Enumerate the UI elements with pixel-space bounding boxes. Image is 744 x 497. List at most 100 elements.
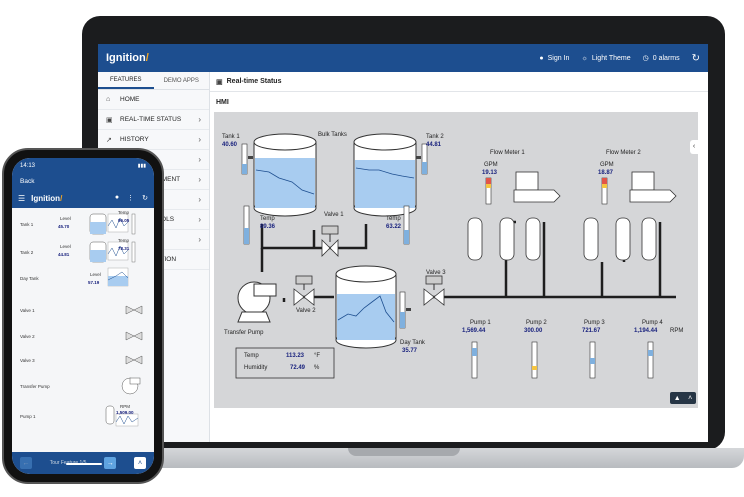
brand-logo[interactable]: Ignition/ bbox=[106, 52, 149, 64]
collapse-button[interactable]: ˄ bbox=[133, 457, 146, 469]
flow-meter-2-value: 18.87 bbox=[598, 170, 614, 176]
user-icon[interactable]: ● bbox=[115, 194, 119, 202]
transfer-pump bbox=[237, 281, 277, 323]
section-title: HMI bbox=[216, 99, 229, 106]
hmi-diagram: Tank 1 40.60 Bulk Tanks Tank 2 44.81 Tem… bbox=[214, 112, 698, 408]
pump-3-label: Pump 3 bbox=[584, 320, 605, 326]
pin-icon: ▲ bbox=[673, 394, 681, 402]
arrow-right-icon: → bbox=[106, 459, 114, 467]
menu-icon[interactable]: ☰ bbox=[18, 194, 25, 203]
phone-day-tank bbox=[107, 267, 129, 287]
arrow-left-icon: ← bbox=[22, 459, 30, 467]
valve-2-label: Valve 2 bbox=[296, 308, 316, 314]
phone-frame: 14:13 ▮▮▮ Back ☰ Ignition/ ● ⋮ ↻ Tank 1 … bbox=[2, 148, 164, 484]
tour-prev-button[interactable]: ← bbox=[20, 457, 32, 469]
env-temp-label: Temp bbox=[244, 353, 259, 359]
flow-meter-1 bbox=[485, 171, 561, 205]
phone-tank-2 bbox=[89, 241, 136, 263]
phone-status-bar: 14:13 ▮▮▮ bbox=[12, 158, 154, 174]
chevron-right-icon: › bbox=[198, 215, 201, 224]
tab-demo-apps[interactable]: DEMO APPS bbox=[154, 72, 210, 89]
chevron-right-icon: › bbox=[198, 155, 201, 164]
chart-line-icon: ↗ bbox=[106, 136, 112, 144]
alarms-button[interactable]: ◷ 0 alarms bbox=[642, 54, 680, 63]
temp-1-value: 89.36 bbox=[260, 224, 276, 230]
valve-3 bbox=[423, 275, 445, 306]
sidebar-item-real-time-status[interactable]: ▣ REAL-TIME STATUS › bbox=[98, 110, 209, 130]
rpm-unit: RPM bbox=[670, 328, 684, 334]
chevron-right-icon: › bbox=[198, 235, 201, 244]
refresh-icon[interactable]: ↻ bbox=[692, 53, 700, 64]
flow-meter-2 bbox=[601, 171, 677, 205]
valve-1 bbox=[321, 225, 339, 257]
sidebar-item-history[interactable]: ↗ HISTORY › bbox=[98, 130, 209, 150]
chevron-up-icon: ˄ bbox=[137, 459, 143, 467]
sign-in-button[interactable]: ● Sign In bbox=[539, 55, 569, 62]
chevron-right-icon: › bbox=[198, 175, 201, 184]
chevron-right-icon: › bbox=[198, 135, 201, 144]
phone-tank-1 bbox=[89, 213, 136, 235]
temp-2-label: Temp bbox=[386, 216, 401, 222]
scroll-top-button[interactable]: ▲ ˄ bbox=[670, 392, 696, 404]
phone-graphics bbox=[89, 213, 143, 427]
env-humidity-value: 72.49 bbox=[290, 365, 306, 371]
flow-meter-2-unit: GPM bbox=[600, 162, 614, 168]
tank-1-value: 40.60 bbox=[222, 142, 238, 148]
day-tank bbox=[335, 265, 411, 349]
flow-meter-1-value: 19.13 bbox=[482, 170, 498, 176]
battery-icon: ▮▮▮ bbox=[137, 163, 146, 169]
valve-3-label: Valve 3 bbox=[426, 270, 446, 276]
brand-logo[interactable]: Ignition/ bbox=[31, 194, 62, 203]
user-icon: ● bbox=[539, 54, 544, 62]
tab-features[interactable]: FEATURES bbox=[98, 72, 154, 89]
pump-gauges bbox=[471, 341, 654, 379]
flow-meter-1-unit: GPM bbox=[484, 162, 498, 168]
env-humidity-label: Humidity bbox=[244, 365, 268, 371]
pump-2-label: Pump 2 bbox=[526, 320, 547, 326]
phone-app-header: ☰ Ignition/ ● ⋮ ↻ bbox=[12, 188, 154, 208]
phone-valves bbox=[125, 305, 143, 365]
env-humidity-unit: % bbox=[314, 365, 320, 371]
more-icon[interactable]: ⋮ bbox=[127, 194, 134, 202]
bulk-tanks-label: Bulk Tanks bbox=[318, 132, 347, 138]
sidebar-item-home[interactable]: ⌂ HOME bbox=[98, 90, 209, 110]
product-mockup: Ignition/ ● Sign In ☼ Light Theme ◷ 0 al… bbox=[0, 0, 744, 497]
valve-2 bbox=[293, 275, 315, 306]
alarm-clock-icon: ◷ bbox=[642, 55, 649, 62]
day-tank-value: 35.77 bbox=[402, 348, 418, 354]
chevron-right-icon: › bbox=[198, 115, 201, 124]
collapse-panel-button[interactable]: ‹ bbox=[690, 140, 698, 154]
pump-1-label: Pump 1 bbox=[470, 320, 491, 326]
pump-2-value: 300.00 bbox=[524, 328, 543, 334]
phone-screen: 14:13 ▮▮▮ Back ☰ Ignition/ ● ⋮ ↻ Tank 1 … bbox=[12, 158, 154, 474]
tank-1-label: Tank 1 bbox=[222, 134, 240, 140]
env-temp-value: 113.23 bbox=[286, 353, 305, 359]
transfer-pump-label: Transfer Pump bbox=[224, 330, 264, 336]
laptop-notch bbox=[348, 448, 460, 456]
home-indicator bbox=[66, 463, 102, 465]
tank-2 bbox=[353, 133, 417, 217]
refresh-icon[interactable]: ↻ bbox=[142, 194, 148, 202]
page-title: ▣ Real-time Status bbox=[210, 72, 708, 92]
pump-4-value: 1,194.44 bbox=[634, 328, 658, 334]
home-icon: ⌂ bbox=[106, 96, 111, 103]
chevron-right-icon: › bbox=[198, 195, 201, 204]
temp-2-value: 63.22 bbox=[386, 224, 402, 230]
monitor-icon: ▣ bbox=[216, 78, 223, 86]
env-temp-unit: °F bbox=[314, 353, 321, 359]
tour-next-button[interactable]: → bbox=[104, 457, 117, 469]
tank-2-value: 44.81 bbox=[426, 142, 442, 148]
monitor-icon: ▣ bbox=[106, 116, 113, 124]
tank-1 bbox=[253, 133, 317, 217]
theme-toggle[interactable]: ☼ Light Theme bbox=[581, 55, 630, 62]
chevron-up-icon: ˄ bbox=[688, 394, 693, 402]
phone-pump-1 bbox=[105, 405, 139, 427]
pumps bbox=[467, 217, 657, 261]
temp-1-label: Temp bbox=[260, 216, 275, 222]
back-button[interactable]: Back bbox=[12, 174, 154, 188]
sidebar-tabs: FEATURES DEMO APPS bbox=[98, 72, 209, 90]
valve-1-label: Valve 1 bbox=[324, 212, 344, 218]
pump-1-value: 1,569.44 bbox=[462, 328, 486, 334]
flow-meter-1-label: Flow Meter 1 bbox=[490, 150, 525, 156]
hmi-graphics bbox=[235, 133, 677, 379]
